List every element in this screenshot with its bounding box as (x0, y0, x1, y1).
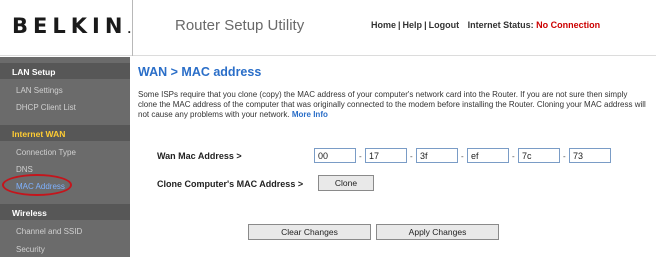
home-link[interactable]: Home (371, 20, 396, 30)
mac-octet-5-field[interactable] (518, 148, 560, 163)
internet-status-value: No Connection (536, 20, 601, 30)
mac-separator: - (461, 152, 464, 161)
nav-separator: | (398, 20, 401, 30)
wan-mac-address-label: Wan Mac Address > (157, 151, 242, 161)
sidebar: LAN Setup LAN Settings DHCP Client List … (0, 57, 130, 257)
mac-separator: - (410, 152, 413, 161)
belkin-logo: BELKIN. (12, 14, 132, 38)
mac-separator: - (359, 152, 362, 161)
header-divider (132, 0, 133, 56)
sidebar-item-dns[interactable]: DNS (16, 165, 33, 174)
sidebar-item-security[interactable]: Security (16, 245, 45, 254)
clone-mac-address-label: Clone Computer's MAC Address > (157, 179, 304, 189)
mac-separator: - (563, 152, 566, 161)
sidebar-item-channel-and-ssid[interactable]: Channel and SSID (16, 227, 82, 236)
clear-changes-button[interactable]: Clear Changes (248, 224, 371, 240)
main-content: WAN > MAC address Some ISPs require that… (130, 57, 656, 257)
mac-separator: - (512, 152, 515, 161)
header-bar: BELKIN. Router Setup Utility Home | Help | L… (0, 0, 656, 56)
internet-status-label: Internet Status: (467, 20, 534, 30)
logout-link[interactable]: Logout (429, 20, 460, 30)
mac-octet-4-field[interactable] (467, 148, 509, 163)
sidebar-section-lan-setup[interactable]: LAN Setup (12, 67, 55, 77)
apply-changes-button[interactable]: Apply Changes (376, 224, 499, 240)
more-info-link[interactable]: More Info (292, 110, 328, 119)
sidebar-item-connection-type[interactable]: Connection Type (16, 148, 76, 157)
help-link[interactable]: Help (403, 20, 423, 30)
mac-octet-6-field[interactable] (569, 148, 611, 163)
mac-octet-2-field[interactable] (365, 148, 407, 163)
app-title: Router Setup Utility (175, 17, 305, 34)
mac-octet-1-field[interactable] (314, 148, 356, 163)
nav-separator: | (424, 20, 427, 30)
sidebar-section-internet-wan[interactable]: Internet WAN (12, 129, 65, 139)
mac-octet-3-field[interactable] (416, 148, 458, 163)
page-title: WAN > MAC address (138, 65, 262, 79)
description-text: Some ISPs require that you clone (copy) … (138, 90, 648, 120)
highlight-ring (2, 174, 72, 196)
clone-button[interactable]: Clone (318, 175, 374, 191)
description-body: Some ISPs require that you clone (copy) … (138, 90, 646, 119)
sidebar-item-lan-settings[interactable]: LAN Settings (16, 86, 63, 95)
sidebar-section-wireless[interactable]: Wireless (12, 208, 47, 218)
sidebar-item-dhcp-client-list[interactable]: DHCP Client List (16, 103, 76, 112)
top-navigation: Home | Help | Logout Internet Status: No Con… (371, 20, 600, 30)
